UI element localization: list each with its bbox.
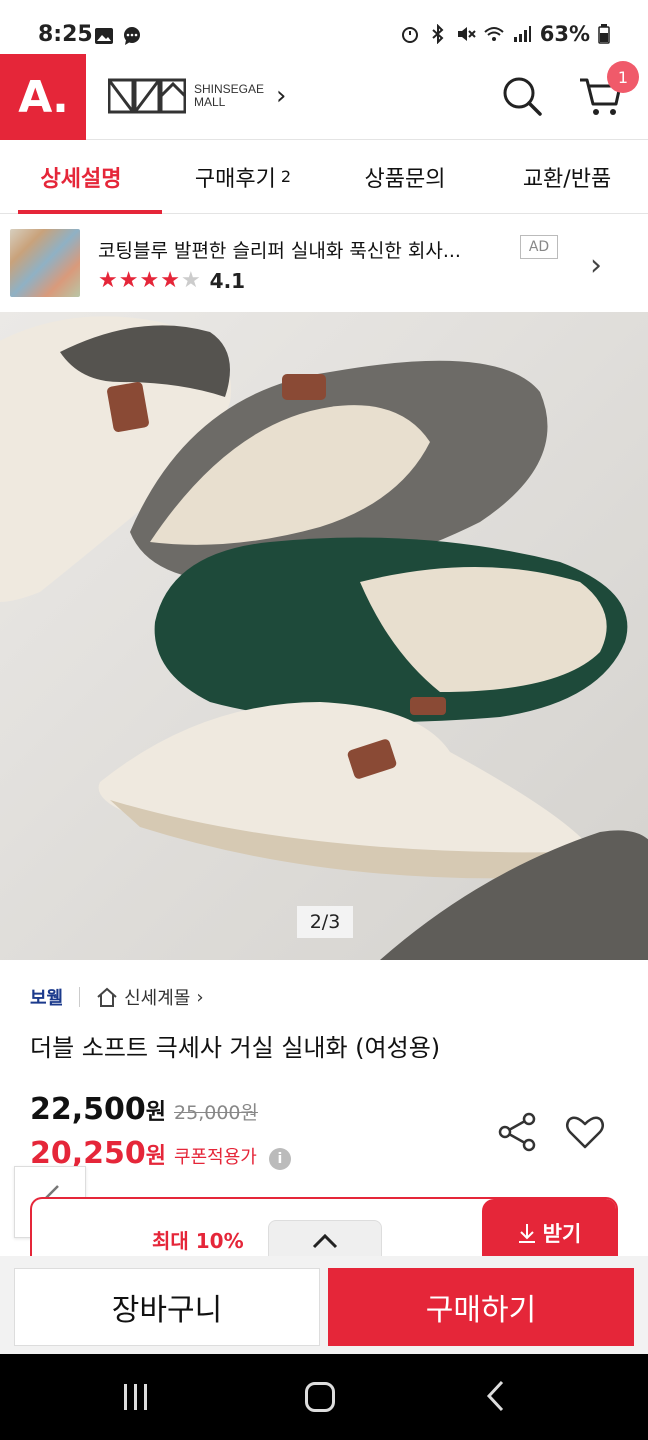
- heart-icon[interactable]: [565, 1112, 605, 1152]
- app-header: A. SHINSEGAE MALL ›: [0, 54, 648, 140]
- price-row: 22,500원 25,000원: [30, 1092, 258, 1127]
- system-nav-bar: [0, 1354, 648, 1440]
- ad-badge: AD: [520, 235, 558, 259]
- original-price: 25,000원: [174, 1102, 258, 1124]
- divider: [79, 987, 81, 1007]
- chevron-up-icon: [312, 1233, 338, 1248]
- back-icon[interactable]: [486, 1380, 506, 1412]
- download-icon: [518, 1224, 535, 1243]
- status-time: 8:25: [38, 22, 93, 47]
- search-icon[interactable]: [500, 74, 544, 118]
- star-icon: ★: [98, 268, 118, 293]
- shinsegae-mall-link[interactable]: SHINSEGAE MALL ›: [108, 78, 286, 114]
- coupon-max-text: 최대 10%: [152, 1229, 244, 1253]
- signal-icon: [513, 26, 531, 42]
- brand-row: 보웰 신세계몰 ›: [30, 984, 204, 1010]
- share-icon[interactable]: [496, 1112, 538, 1152]
- star-empty-icon: ★: [180, 268, 201, 293]
- receive-coupon-button[interactable]: 받기: [482, 1199, 616, 1257]
- status-bar: 8:25 63%: [0, 0, 648, 54]
- bottom-action-bar: 장바구니 구매하기: [0, 1256, 648, 1354]
- status-notification-icons: [94, 26, 142, 46]
- info-icon[interactable]: i: [268, 1148, 291, 1170]
- gallery-icon: [95, 28, 113, 44]
- battery-percent: 63%: [539, 22, 590, 46]
- mall-name: SHINSEGAE MALL: [194, 82, 265, 109]
- ad-rating-stars: ★ ★ ★ ★ ★ 4.1: [98, 268, 245, 293]
- ssg-logo-icon: [108, 78, 186, 114]
- coupon-price-label: 쿠폰적용가: [174, 1147, 257, 1168]
- status-system-icons: 63%: [400, 22, 610, 46]
- tab-reviews[interactable]: 구매후기 2: [162, 140, 324, 213]
- product-tabs: 상세설명 구매후기 2 상품문의 교환/반품: [0, 140, 648, 214]
- bluetooth-icon: [432, 24, 444, 44]
- expand-sheet-handle[interactable]: [268, 1220, 382, 1260]
- mute-icon: [457, 27, 476, 41]
- buy-now-button[interactable]: 구매하기: [328, 1268, 634, 1346]
- ad-banner[interactable]: 코팅블루 발편한 슬리퍼 실내화 푹신한 회사... AD ★ ★ ★ ★ ★ …: [0, 214, 648, 312]
- slippers-illustration: [0, 312, 648, 960]
- home-button-icon[interactable]: [305, 1382, 335, 1412]
- battery-icon: [598, 24, 610, 44]
- ad-rating-value: 4.1: [209, 268, 246, 293]
- tab-exchange-return[interactable]: 교환/반품: [486, 140, 648, 213]
- ad-thumbnail: [10, 229, 80, 297]
- add-to-cart-button[interactable]: 장바구니: [14, 1268, 320, 1346]
- chat-icon: [124, 27, 140, 45]
- chevron-right-icon: ›: [276, 81, 287, 111]
- chevron-right-icon: ›: [590, 248, 602, 283]
- review-count: 2: [280, 167, 292, 186]
- home-icon: [97, 987, 117, 1007]
- cart-count-badge: 1: [607, 61, 639, 93]
- sale-price: 22,500원: [30, 1092, 167, 1127]
- ad-title: 코팅블루 발편한 슬리퍼 실내화 푹신한 회사...: [98, 240, 461, 262]
- star-icon: ★: [139, 268, 160, 293]
- wifi-icon: [484, 27, 504, 41]
- recent-apps-icon[interactable]: [124, 1384, 154, 1410]
- image-counter: 2/3: [297, 906, 353, 938]
- product-image[interactable]: [0, 312, 648, 960]
- star-icon: ★: [118, 268, 139, 293]
- chevron-right-icon: ›: [196, 986, 204, 1008]
- star-icon: ★: [160, 268, 180, 293]
- alarm-icon: [401, 27, 418, 43]
- brand-link[interactable]: 보웰: [30, 984, 63, 1010]
- product-title: 더블 소프트 극세사 거실 실내화 (여성용): [30, 1034, 441, 1062]
- tab-inquiries[interactable]: 상품문의: [324, 140, 486, 213]
- store-link[interactable]: 신세계몰 ›: [96, 984, 204, 1010]
- tab-details[interactable]: 상세설명: [0, 140, 162, 214]
- app-logo[interactable]: A.: [0, 54, 86, 140]
